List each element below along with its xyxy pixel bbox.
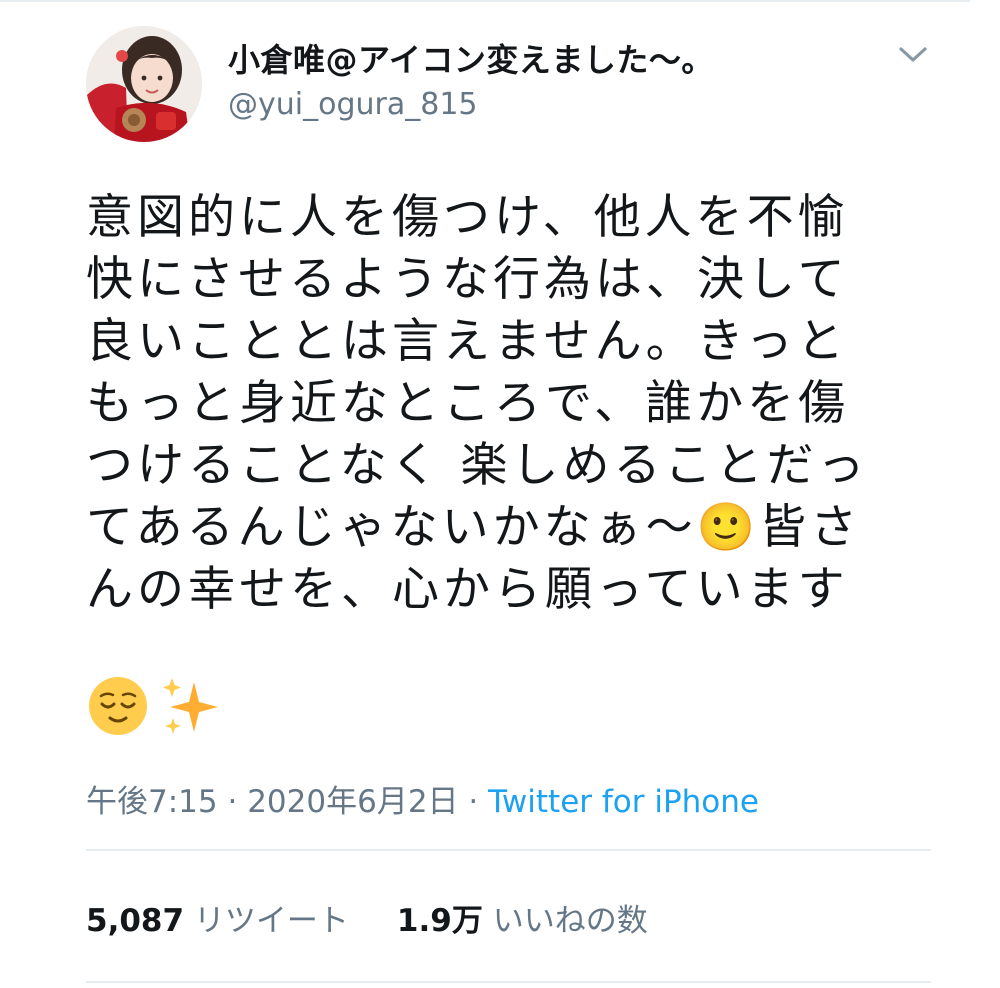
stats-divider	[86, 981, 931, 983]
tweet-time[interactable]: 午後7:15	[86, 784, 218, 820]
retweet-count: 5,087	[86, 903, 185, 939]
retweets-stat[interactable]: 5,087 リツイート	[86, 903, 349, 939]
meta-separator: ·	[468, 784, 479, 820]
avatar-image	[86, 26, 202, 142]
meta-divider	[86, 849, 931, 851]
author-display-name[interactable]: 小倉唯@アイコン変えました〜。	[228, 40, 714, 80]
like-count: 1.9万	[396, 903, 483, 939]
author-handle[interactable]: @yui_ogura_815	[228, 85, 478, 125]
likes-stat[interactable]: 1.9万 いいねの数	[397, 903, 648, 939]
tweet-meta: 午後7:15 · 2020年6月2日 · Twitter for iPhone	[86, 780, 759, 824]
relieved-face-icon	[89, 677, 147, 735]
retweet-label: リツイート	[193, 903, 349, 939]
chevron-down-icon[interactable]	[896, 42, 930, 66]
like-label: いいねの数	[492, 903, 648, 939]
tweet-emoji-row	[86, 674, 222, 738]
avatar[interactable]	[86, 26, 202, 142]
tweet-stats: 5,087 リツイート 1.9万 いいねの数	[86, 899, 648, 943]
tweet-date[interactable]: 2020年6月2日	[247, 784, 458, 820]
sparkles-icon	[163, 678, 218, 734]
meta-separator: ·	[227, 784, 238, 820]
tweet-text: 意図的に人を傷つけ、他人を不愉 快にさせるような行為は、決して 良いこととは言え…	[86, 190, 869, 617]
top-divider	[0, 0, 970, 2]
tweet-source-link[interactable]: Twitter for iPhone	[488, 784, 759, 820]
